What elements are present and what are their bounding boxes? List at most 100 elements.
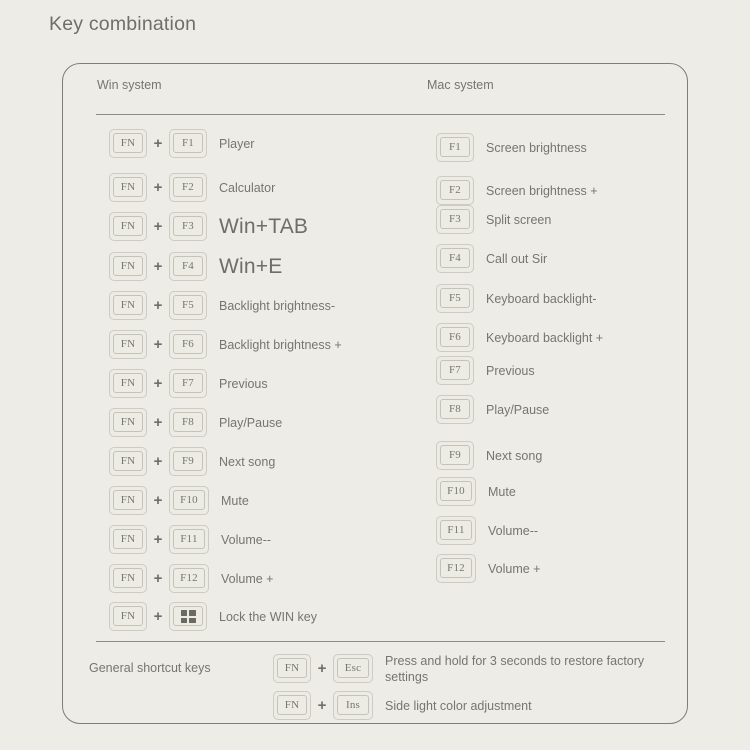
- function-key-f12[interactable]: F12: [436, 554, 476, 583]
- function-key-f8[interactable]: F8: [436, 395, 474, 424]
- mac-shortcut-row: F1 Screen brightness: [436, 133, 587, 162]
- shortcut-description: Win+TAB: [219, 214, 309, 238]
- shortcut-description: Backlight brightness +: [219, 337, 342, 352]
- function-key-f10[interactable]: F10: [169, 486, 209, 515]
- keycap-fn[interactable]: FN: [109, 564, 147, 593]
- function-key-f9[interactable]: F9: [436, 441, 474, 470]
- plus-separator: +: [153, 135, 163, 152]
- keycap-label: FN: [284, 699, 300, 711]
- keycap-fn[interactable]: FN: [109, 252, 147, 281]
- function-key-f3[interactable]: F3: [436, 205, 474, 234]
- function-key-f11[interactable]: F11: [436, 516, 476, 545]
- keycap-label: F2: [448, 184, 462, 196]
- mac-shortcut-row: F5 Keyboard backlight-: [436, 284, 596, 313]
- function-key-f6[interactable]: F6: [169, 330, 207, 359]
- function-key-f7[interactable]: F7: [436, 356, 474, 385]
- keycap-ins[interactable]: Ins: [333, 691, 373, 720]
- function-key-f1[interactable]: F1: [169, 129, 207, 158]
- function-key-f7[interactable]: F7: [169, 369, 207, 398]
- keycap-label: F3: [448, 213, 462, 225]
- keycap-label: FN: [120, 181, 136, 193]
- keycap-fn[interactable]: FN: [109, 447, 147, 476]
- win-shortcut-row: FN + F4 Win+E: [109, 252, 282, 281]
- shortcut-description: Call out Sir: [486, 251, 548, 266]
- plus-separator: +: [153, 453, 163, 470]
- mac-shortcut-row: F6 Keyboard backlight +: [436, 323, 603, 352]
- function-key-f5[interactable]: F5: [436, 284, 474, 313]
- general-shortcut-row: FN + Esc Press and hold for 3 seconds to re…: [273, 650, 655, 687]
- function-key-f8[interactable]: F8: [169, 408, 207, 437]
- keycap-label: FN: [284, 662, 300, 674]
- shortcut-description: Previous: [219, 376, 268, 391]
- keycap-fn[interactable]: FN: [109, 212, 147, 241]
- function-key-f11[interactable]: F11: [169, 525, 209, 554]
- mac-shortcut-row: F11 Volume--: [436, 516, 538, 545]
- column-header-mac: Mac system: [427, 78, 494, 92]
- keycap-label: F8: [448, 403, 462, 415]
- keycap-label: F8: [181, 416, 195, 428]
- keycap-fn[interactable]: FN: [273, 654, 311, 683]
- keycap-label: F3: [181, 220, 195, 232]
- shortcut-description: Next song: [486, 448, 543, 463]
- function-key-f2[interactable]: F2: [436, 176, 474, 205]
- win-shortcut-row: FN + F2 Calculator: [109, 173, 275, 202]
- keycap-esc[interactable]: Esc: [333, 654, 373, 683]
- function-key-f12[interactable]: F12: [169, 564, 209, 593]
- function-key-f1[interactable]: F1: [436, 133, 474, 162]
- keycap-label: FN: [120, 610, 136, 622]
- keycap-fn[interactable]: FN: [109, 291, 147, 320]
- shortcut-description: Mute: [488, 484, 516, 499]
- keycap-label: F7: [448, 364, 462, 376]
- shortcut-description: Play/Pause: [219, 415, 283, 430]
- divider-bottom: [96, 641, 665, 642]
- general-shortcut-row: FN + Ins Side light color adjustment: [273, 687, 655, 724]
- keycap-fn[interactable]: FN: [109, 408, 147, 437]
- keycap-label: F11: [447, 524, 465, 536]
- function-key-f2[interactable]: F2: [169, 173, 207, 202]
- function-key-f4[interactable]: F4: [436, 244, 474, 273]
- keycap-fn[interactable]: FN: [109, 602, 147, 631]
- keycap-label: FN: [120, 572, 136, 584]
- keycap-fn[interactable]: FN: [273, 691, 311, 720]
- key-combination-page: Key combination Win system Mac system FN…: [0, 0, 750, 750]
- keycap-label: F7: [181, 377, 195, 389]
- keycap-label: FN: [120, 299, 136, 311]
- keycap-label: FN: [120, 416, 136, 428]
- keycap-label: FN: [120, 533, 136, 545]
- mac-shortcut-row: F2 Screen brightness +: [436, 176, 598, 205]
- win-shortcut-row: FN + F11 Volume--: [109, 525, 271, 554]
- mac-shortcut-row: F9 Next song: [436, 441, 542, 470]
- keycap-fn[interactable]: FN: [109, 330, 147, 359]
- mac-shortcut-row: F7 Previous: [436, 356, 535, 385]
- win-shortcut-row: FN + F9 Next song: [109, 447, 275, 476]
- shortcut-description: Play/Pause: [486, 402, 550, 417]
- keycap-label: F6: [181, 338, 195, 350]
- keycap-fn[interactable]: FN: [109, 369, 147, 398]
- keycap-fn[interactable]: FN: [109, 129, 147, 158]
- shortcut-description: Mute: [221, 493, 249, 508]
- keycap-label: F2: [181, 181, 195, 193]
- plus-separator: +: [153, 258, 163, 275]
- keycap-fn[interactable]: FN: [109, 173, 147, 202]
- windows-logo-icon[interactable]: [169, 602, 207, 631]
- keycap-label: F1: [181, 137, 195, 149]
- function-key-f4[interactable]: F4: [169, 252, 207, 281]
- keycap-label: F9: [181, 455, 195, 467]
- shortcut-description: Volume +: [488, 561, 541, 576]
- function-key-f6[interactable]: F6: [436, 323, 474, 352]
- shortcut-description: Keyboard backlight-: [486, 291, 597, 306]
- keycap-fn[interactable]: FN: [109, 525, 147, 554]
- keycap-fn[interactable]: FN: [109, 486, 147, 515]
- keycap-label: F12: [180, 572, 198, 584]
- keycap-label: FN: [120, 220, 136, 232]
- function-key-f9[interactable]: F9: [169, 447, 207, 476]
- windows-logo-icon: [180, 610, 196, 623]
- keycap-label: F6: [448, 331, 462, 343]
- function-key-f10[interactable]: F10: [436, 477, 476, 506]
- shortcut-description: Press and hold for 3 seconds to restore …: [385, 653, 645, 684]
- shortcut-description: Next song: [219, 454, 276, 469]
- function-key-f5[interactable]: F5: [169, 291, 207, 320]
- function-key-f3[interactable]: F3: [169, 212, 207, 241]
- keycap-label: FN: [120, 338, 136, 350]
- shortcut-description: Volume +: [221, 571, 274, 586]
